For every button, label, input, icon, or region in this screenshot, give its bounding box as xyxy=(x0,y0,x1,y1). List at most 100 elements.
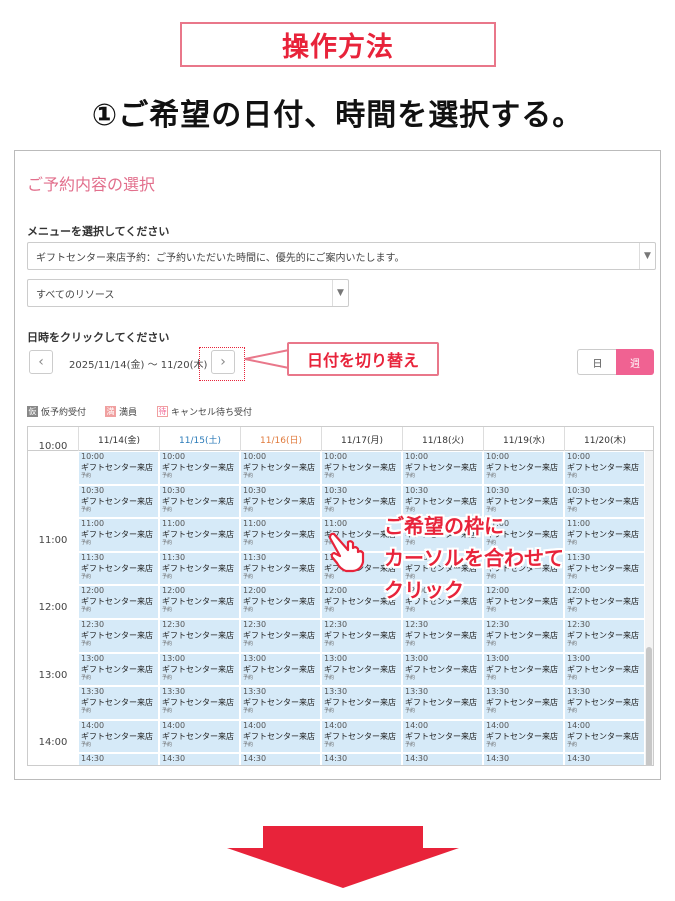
time-slot[interactable]: 10:00 ギフトセンター来店 予約 xyxy=(159,451,240,485)
time-slot[interactable]: 12:00 ギフトセンター来店 予約 xyxy=(564,585,645,619)
time-slot[interactable]: 12:00 ギフトセンター来店 予約 xyxy=(159,585,240,619)
day-header: 11/16(日) xyxy=(240,427,321,451)
slot-time: 11:30 xyxy=(567,552,591,562)
slot-time: 13:00 xyxy=(324,653,348,663)
slot-time: 11:00 xyxy=(162,519,186,529)
slot-title: ギフトセンター来店 xyxy=(81,664,153,674)
prev-week-button[interactable]: ‹ xyxy=(29,350,53,374)
time-slot[interactable]: 14:00 ギフトセンター来店 予約 xyxy=(564,719,645,754)
slot-sub: 予約 xyxy=(162,540,173,547)
time-slot[interactable]: 13:30 ギフトセンター来店 予約 xyxy=(564,686,645,720)
hour-label: 11:00 xyxy=(38,535,68,547)
day-header: 11/20(木) xyxy=(564,427,645,451)
time-slot[interactable]: 11:00 ギフトセンター来店 予約 xyxy=(564,518,645,552)
time-slot[interactable]: 12:30 ギフトセンター来店 予約 xyxy=(78,619,159,653)
time-slot[interactable]: 12:00 ギフトセンター来店 予約 xyxy=(78,585,159,619)
time-slot[interactable]: 12:30 ギフトセンター来店 予約 xyxy=(483,619,564,653)
time-slot[interactable]: 13:30 ギフトセンター来店 予約 xyxy=(402,686,483,720)
time-slot[interactable]: 12:00 ギフトセンター来店 予約 xyxy=(240,585,321,619)
time-slot[interactable]: 14:00 ギフトセンター来店 予約 xyxy=(240,719,321,754)
slot-sub: 予約 xyxy=(486,674,497,681)
time-slot[interactable]: 12:00 ギフトセンター来店 予約 xyxy=(483,585,564,619)
calendar-scrollbar[interactable] xyxy=(645,451,653,765)
slot-sub: 予約 xyxy=(243,473,254,479)
week-view-toggle[interactable]: 週 xyxy=(616,349,654,375)
menu-select-value: ギフトセンター来店予約：ご予約いただいた時間に、優先的にご案内いたします。 xyxy=(36,252,405,264)
time-slot[interactable]: 13:00 ギフトセンター来店 予約 xyxy=(159,652,240,687)
menu-select[interactable]: ギフトセンター来店予約：ご予約いただいた時間に、優先的にご案内いたします。 ▼ xyxy=(27,242,656,270)
time-slot[interactable]: 11:30ギフトセンター来店予約 xyxy=(159,551,240,586)
time-slot[interactable]: 14:30ギフトセンター来店予約 xyxy=(402,753,483,765)
time-slot[interactable]: 12:30 ギフトセンター来店 予約 xyxy=(159,619,240,653)
time-slot[interactable]: 13:00 ギフトセンター来店 予約 xyxy=(402,652,483,687)
time-slot[interactable]: 14:30ギフトセンター来店予約 xyxy=(321,753,402,765)
slot-title: ギフトセンター来店 xyxy=(243,463,315,472)
slot-time: 14:30 xyxy=(243,754,267,764)
time-slot[interactable]: 12:30 ギフトセンター来店 予約 xyxy=(564,619,645,653)
next-week-button[interactable]: › xyxy=(211,350,235,374)
slot-title: ギフトセンター来店 xyxy=(486,698,558,708)
slot-title: ギフトセンター来店 xyxy=(405,731,477,741)
slot-sub: 予約 xyxy=(324,473,335,479)
time-slot[interactable]: 13:00 ギフトセンター来店 予約 xyxy=(483,652,564,687)
time-slot[interactable]: 10:00 ギフトセンター来店 予約 xyxy=(240,451,321,485)
time-slot[interactable]: 13:30 ギフトセンター来店 予約 xyxy=(159,686,240,720)
down-arrow-icon xyxy=(227,826,459,888)
time-slot[interactable]: 12:30 ギフトセンター来店 予約 xyxy=(402,619,483,653)
time-slot[interactable]: 14:00 ギフトセンター来店 予約 xyxy=(159,719,240,754)
time-slot[interactable]: 14:00 ギフトセンター来店 予約 xyxy=(483,719,564,754)
time-slot[interactable]: 10:00 ギフトセンター来店 予約 xyxy=(483,451,564,485)
time-slot[interactable]: 11:00 ギフトセンター来店 予約 xyxy=(159,518,240,552)
time-slot[interactable]: 13:00 ギフトセンター来店 予約 xyxy=(78,652,159,687)
time-slot[interactable]: 14:30ギフトセンター来店予約 xyxy=(78,753,159,765)
time-slot[interactable]: 14:00 ギフトセンター来店 予約 xyxy=(78,719,159,754)
time-slot[interactable]: 10:00 ギフトセンター来店 予約 xyxy=(564,451,645,485)
time-slot[interactable]: 10:00 ギフトセンター来店 予約 xyxy=(321,451,402,485)
time-slot[interactable]: 14:00 ギフトセンター来店 予約 xyxy=(402,719,483,754)
time-slot[interactable]: 10:30 ギフトセンター来店 予約 xyxy=(159,484,240,519)
time-slot[interactable]: 13:00 ギフトセンター来店 予約 xyxy=(321,652,402,687)
time-slot[interactable]: 10:30 ギフトセンター来店 予約 xyxy=(240,484,321,519)
time-slot[interactable]: 11:30ギフトセンター来店予約 xyxy=(564,551,645,586)
slot-time: 14:30 xyxy=(324,754,348,764)
slot-sub: 予約 xyxy=(81,506,92,513)
time-slot[interactable]: 11:00 ギフトセンター来店 予約 xyxy=(78,518,159,552)
slot-title: ギフトセンター来店 xyxy=(567,463,639,472)
time-slot[interactable]: 10:00 ギフトセンター来店 予約 xyxy=(78,451,159,485)
slot-title: ギフトセンター来店 xyxy=(162,764,239,765)
scrollbar-thumb[interactable] xyxy=(646,647,652,765)
slot-sub: 予約 xyxy=(243,674,254,681)
time-slot[interactable]: 10:30 ギフトセンター来店 予約 xyxy=(564,484,645,519)
time-slot[interactable]: 13:30 ギフトセンター来店 予約 xyxy=(78,686,159,720)
slot-time: 11:30 xyxy=(81,552,105,562)
slot-title: ギフトセンター来店 xyxy=(162,664,234,674)
time-slot[interactable]: 10:30 ギフトセンター来店 予約 xyxy=(78,484,159,519)
time-slot[interactable]: 14:00 ギフトセンター来店 予約 xyxy=(321,719,402,754)
legend-item-full: 満 満員 xyxy=(105,405,137,418)
time-slot[interactable]: 12:30 ギフトセンター来店 予約 xyxy=(321,619,402,653)
time-slot[interactable]: 11:00 ギフトセンター来店 予約 xyxy=(240,518,321,552)
time-slot[interactable]: 14:30ギフトセンター来店予約 xyxy=(159,753,240,765)
slot-time: 12:00 xyxy=(162,586,186,596)
time-slot[interactable]: 14:30ギフトセンター来店予約 xyxy=(564,753,645,765)
time-slot[interactable]: 14:30ギフトセンター来店予約 xyxy=(483,753,564,765)
time-slot[interactable]: 11:30ギフトセンター来店予約 xyxy=(78,551,159,586)
time-slot[interactable]: 11:30ギフトセンター来店予約 xyxy=(240,551,321,586)
time-slot[interactable]: 12:30 ギフトセンター来店 予約 xyxy=(240,619,321,653)
time-slot[interactable]: 13:30 ギフトセンター来店 予約 xyxy=(321,686,402,720)
time-slot[interactable]: 13:30 ギフトセンター来店 予約 xyxy=(240,686,321,720)
time-slot[interactable]: 13:00 ギフトセンター来店 予約 xyxy=(240,652,321,687)
slot-time: 10:00 xyxy=(243,452,267,461)
time-slot[interactable]: 14:30ギフトセンター来店予約 xyxy=(240,753,321,765)
resource-select[interactable]: すべてのリソース ▼ xyxy=(27,279,349,307)
slot-sub: 予約 xyxy=(243,573,254,580)
slot-time: 13:30 xyxy=(162,687,186,697)
slot-title: ギフトセンター来店 xyxy=(162,731,234,741)
time-slot[interactable]: 13:30 ギフトセンター来店 予約 xyxy=(483,686,564,720)
time-slot[interactable]: 13:00 ギフトセンター来店 予約 xyxy=(564,652,645,687)
slot-time: 12:30 xyxy=(81,620,105,629)
slot-sub: 予約 xyxy=(567,641,578,647)
day-view-toggle[interactable]: 日 xyxy=(577,349,617,375)
time-slot[interactable]: 10:00 ギフトセンター来店 予約 xyxy=(402,451,483,485)
slot-title: ギフトセンター来店 xyxy=(486,731,558,741)
